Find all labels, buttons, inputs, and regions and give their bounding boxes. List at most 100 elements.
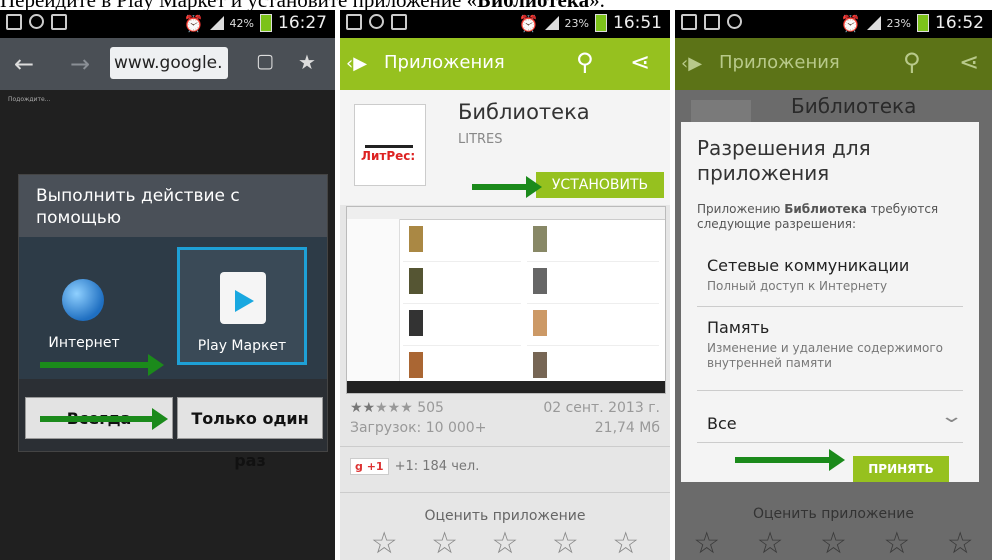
- globe-icon: [62, 279, 104, 321]
- permission-storage[interactable]: Память Изменение и удаление содержимого …: [707, 318, 963, 371]
- tabs-icon[interactable]: ▢: [256, 50, 274, 72]
- dimmed-stars: ☆ ☆ ☆ ☆ ☆: [675, 526, 992, 560]
- app-title: Библиотека: [458, 100, 590, 124]
- status-icons: [346, 14, 407, 30]
- permission-storage-title: Память: [707, 318, 770, 337]
- battery-percent: 42%: [229, 16, 254, 30]
- caption-prefix: Перейдите в Play Маркет и установите при…: [0, 0, 477, 10]
- star-icon: ☆: [756, 526, 784, 560]
- book-row: [527, 263, 659, 304]
- caption-suffix: ».: [589, 0, 605, 10]
- update-date: 02 сент. 2013 г.: [543, 400, 660, 416]
- book-row: [403, 263, 521, 304]
- browser-toolbar: ← → www.google. ↻ ▢ ★: [0, 38, 335, 90]
- divider: [340, 446, 670, 447]
- calendar-icon: [51, 14, 67, 30]
- permission-network-title: Сетевые коммуникации: [707, 256, 910, 275]
- signal-icon: [544, 16, 559, 30]
- all-permissions-toggle[interactable]: Все: [707, 414, 737, 433]
- logo-text: ЛитРес:: [361, 149, 416, 163]
- star-icon[interactable]: ☆: [371, 526, 398, 560]
- share-icon[interactable]: ⋖: [630, 48, 650, 76]
- action-bar-title: Приложения: [719, 52, 840, 73]
- app-size: 21,74 Мб: [594, 420, 660, 436]
- status-right: ⏰ 23% 16:51: [519, 13, 662, 33]
- store-action-bar: ‹▶ Приложения ⚲ ⋖: [340, 38, 670, 90]
- app-screenshot[interactable]: [346, 206, 666, 394]
- star-icon: ☆: [883, 526, 911, 560]
- bookmark-icon[interactable]: ★: [298, 50, 316, 74]
- install-button[interactable]: УСТАНОВИТЬ: [536, 172, 664, 198]
- guide-arrow-accept: [735, 449, 845, 471]
- app-publisher[interactable]: LITRES: [458, 132, 503, 147]
- battery-percent: 23%: [886, 16, 911, 30]
- screenshot-sidebar: [347, 219, 400, 381]
- back-arrow-icon[interactable]: ←: [14, 50, 34, 78]
- status-right: ⏰ 23% 16:52: [841, 13, 984, 33]
- only-once-button[interactable]: Только один раз: [177, 397, 323, 470]
- loading-text: Подождите...: [8, 96, 51, 103]
- accept-button[interactable]: ПРИНЯТЬ: [853, 456, 949, 482]
- gallery-icon: [6, 14, 22, 30]
- status-icons: [681, 14, 742, 30]
- dialog-title: Выполнить действие с помощью: [19, 175, 327, 237]
- book-row: [527, 221, 659, 262]
- rating-summary: ★★★★★ 505: [350, 400, 444, 416]
- star-icon[interactable]: ☆: [612, 526, 639, 560]
- app-chooser-dialog: Выполнить действие с помощью Интернет Pl…: [18, 174, 328, 470]
- battery-icon: [917, 14, 929, 32]
- search-icon: [369, 14, 384, 29]
- caption-app-name: Библиотека: [477, 0, 589, 10]
- alarm-icon: ⏰: [840, 13, 861, 33]
- book-row: [403, 221, 521, 262]
- status-bar: ⏰ 42% 16:27: [0, 10, 335, 38]
- option-play-market[interactable]: Play Маркет: [177, 247, 307, 365]
- forward-arrow-icon[interactable]: →: [70, 50, 90, 78]
- star-icon: ☆: [946, 526, 974, 560]
- play-store-back-icon: ‹▶: [681, 53, 703, 74]
- permissions-subtitle: Приложению Библиотека требуются следующи…: [697, 202, 939, 231]
- chevron-down-icon[interactable]: ⌄: [939, 406, 963, 427]
- screenshot-3-permissions: ⏰ 23% 16:52 ‹▶ Приложения ⚲ ⋖ Библиотека…: [675, 10, 992, 560]
- alarm-icon: ⏰: [183, 13, 204, 33]
- guide-arrow-play: [40, 354, 164, 376]
- app-logo: ЛитРес:: [354, 104, 426, 186]
- status-right: ⏰ 42% 16:27: [184, 13, 327, 33]
- search-icon: [727, 14, 742, 29]
- battery-percent: 23%: [564, 16, 589, 30]
- star-icon[interactable]: ☆: [431, 526, 458, 560]
- search-icon[interactable]: ⚲: [576, 48, 594, 76]
- option-internet[interactable]: Интернет: [19, 247, 149, 365]
- permissions-dialog: Разрешения для приложения Приложению Биб…: [681, 122, 979, 482]
- camera-icon: [681, 14, 697, 30]
- screenshot-navbar: [347, 381, 665, 393]
- rating-count: 505: [417, 400, 444, 416]
- status-icons: [6, 14, 67, 30]
- battery-icon: [595, 14, 607, 32]
- url-field[interactable]: www.google. ↻: [110, 47, 228, 79]
- clock: 16:52: [935, 13, 984, 33]
- guide-arrow-install: [472, 176, 542, 198]
- play-store-icon: [220, 272, 266, 324]
- book-icon: [365, 111, 413, 148]
- star-icon: ☆: [693, 526, 721, 560]
- search-icon: [29, 14, 44, 29]
- dimmed-rate-label: Оценить приложение: [752, 506, 914, 522]
- star-icon[interactable]: ☆: [492, 526, 519, 560]
- dimmed-app-title: Библиотека: [791, 94, 917, 118]
- play-store-back-icon[interactable]: ‹▶: [346, 53, 367, 74]
- permission-network[interactable]: Сетевые коммуникации Полный доступ к Инт…: [707, 256, 963, 294]
- share-icon: ⋖: [959, 48, 980, 76]
- star-icon[interactable]: ☆: [552, 526, 579, 560]
- action-bar-title: Приложения: [384, 52, 505, 73]
- rating-stars: ☆ ☆ ☆ ☆ ☆: [340, 526, 670, 560]
- permission-storage-desc: Изменение и удаление содержимого внутрен…: [707, 341, 944, 370]
- calendar-icon: [346, 14, 362, 30]
- gplus-count: +1: 184 чел.: [394, 459, 480, 474]
- downloads-count: Загрузок: 10 000+: [350, 420, 487, 436]
- star-icon: ☆: [820, 526, 847, 560]
- status-bar: ⏰ 23% 16:51: [340, 10, 670, 38]
- gplus-button[interactable]: g +1: [350, 458, 389, 475]
- camera-icon: [391, 14, 407, 30]
- permission-network-desc: Полный доступ к Интернету: [707, 279, 888, 293]
